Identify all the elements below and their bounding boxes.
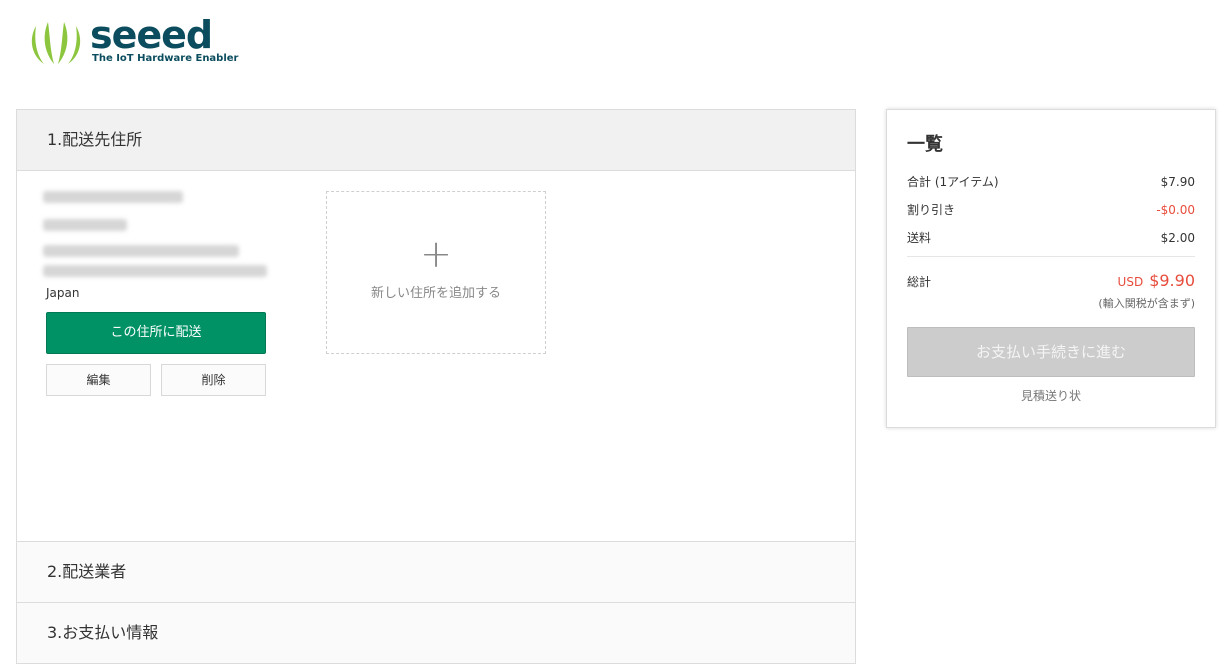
summary-row-label: 送料 xyxy=(907,231,932,245)
address-line-redacted xyxy=(43,219,127,231)
delete-address-button[interactable]: 削除 xyxy=(161,364,266,396)
summary-row-subtotal: 合計 (1アイテム) $7.90 xyxy=(907,168,1195,196)
total-amount: $9.90 xyxy=(1149,271,1195,290)
summary-row-discount: 割り引き -$0.00 xyxy=(907,196,1195,224)
summary-row-label: 合計 (1アイテム) xyxy=(907,175,999,189)
step-payment-header[interactable]: 3.お支払い情報 xyxy=(17,603,855,664)
total-value: USD $9.90 xyxy=(1118,271,1195,290)
step-address-header[interactable]: 1.配送先住所 xyxy=(17,110,855,171)
summary-row-shipping: 送料 $2.00 xyxy=(907,224,1195,252)
leaf-logo-icon xyxy=(31,22,81,64)
add-new-address-label: 新しい住所を追加する xyxy=(370,286,501,301)
summary-row-label: 割り引き xyxy=(907,203,956,217)
plus-icon: + xyxy=(420,232,452,276)
address-line-redacted xyxy=(43,245,239,257)
step-carrier-header[interactable]: 2.配送業者 xyxy=(17,542,855,603)
summary-row-value: $2.00 xyxy=(1160,231,1195,245)
total-label: 総計 xyxy=(907,275,932,289)
quote-invoice-link[interactable]: 見積送り状 xyxy=(907,387,1195,404)
summary-row-value: -$0.00 xyxy=(1156,203,1195,217)
summary-row-value: $7.90 xyxy=(1160,175,1195,189)
address-line-redacted xyxy=(43,191,183,203)
address-country: Japan xyxy=(46,286,80,300)
seeed-logo[interactable]: seeed studio The IoT Hardware Enabler xyxy=(28,13,238,68)
total-currency: USD xyxy=(1117,275,1144,289)
logo-studio-text: studio xyxy=(202,21,211,49)
add-new-address-card[interactable]: + 新しい住所を追加する xyxy=(326,191,546,354)
edit-address-button[interactable]: 編集 xyxy=(46,364,151,396)
proceed-to-checkout-button[interactable]: お支払い手続きに進む xyxy=(907,327,1195,377)
address-line-redacted xyxy=(43,265,267,277)
step-address-body: Japan この住所に配送 編集 削除 + 新しい住所を追加する xyxy=(17,171,855,542)
summary-title: 一覧 xyxy=(907,134,943,155)
tax-note: (輸入関税が含まず) xyxy=(1098,297,1195,310)
order-summary-panel: 一覧 合計 (1アイテム) $7.90 割り引き -$0.00 送料 $2.00… xyxy=(886,109,1216,428)
logo-tagline: The IoT Hardware Enabler xyxy=(92,53,239,64)
summary-total-row: 総計 USD $9.90 (輸入関税が含まず) xyxy=(907,257,1195,310)
ship-to-this-address-button[interactable]: この住所に配送 xyxy=(46,312,266,354)
checkout-steps-panel: 1.配送先住所 Japan この住所に配送 編集 削除 + 新しい住所を追加する… xyxy=(16,109,856,664)
logo-wordmark: seeed xyxy=(90,13,213,57)
